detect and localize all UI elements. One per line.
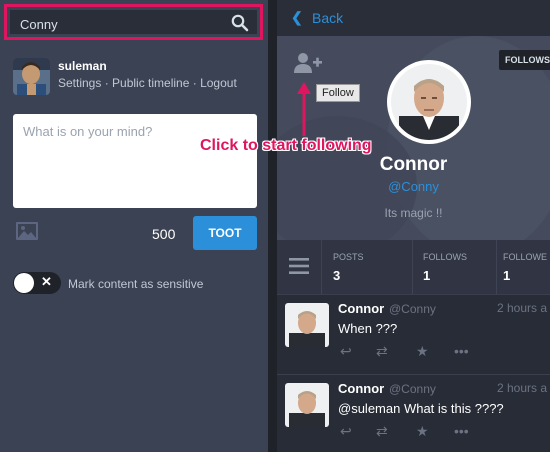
person-add-icon bbox=[294, 53, 322, 73]
profile-bio: Its magic !! bbox=[384, 206, 443, 220]
boost-icon[interactable]: ⇄ bbox=[376, 343, 388, 360]
search-input[interactable]: Conny bbox=[10, 10, 257, 34]
star-icon[interactable]: ★ bbox=[416, 343, 429, 360]
stat-followers-label: FOLLOWE bbox=[503, 252, 548, 262]
status-actions: ↩ ⇄ ★ ••• bbox=[338, 423, 478, 441]
status-avatar[interactable] bbox=[285, 383, 329, 427]
status-avatar[interactable] bbox=[285, 303, 329, 347]
status-author-handle[interactable]: @Conny bbox=[389, 382, 436, 396]
user-links: Settings · Public timeline · Logout bbox=[58, 76, 237, 90]
character-counter: 500 bbox=[152, 226, 176, 242]
profile-display-name: Connor bbox=[379, 154, 448, 175]
menu-button[interactable] bbox=[277, 240, 322, 294]
status-actions: ↩ ⇄ ★ ••• bbox=[338, 343, 478, 361]
status-item[interactable]: Connor @Conny 2 hours a When ??? ↩ ⇄ ★ •… bbox=[277, 294, 550, 374]
close-icon: ✕ bbox=[41, 274, 52, 289]
hamburger-icon bbox=[289, 258, 309, 274]
stat-posts-value: 3 bbox=[333, 268, 341, 283]
stat-posts-label: POSTS bbox=[333, 252, 364, 262]
stat-follows[interactable]: FOLLOWS 1 bbox=[413, 240, 497, 294]
back-button-label[interactable]: Back bbox=[312, 10, 343, 26]
follow-button[interactable] bbox=[293, 52, 323, 79]
reply-icon[interactable]: ↩ bbox=[340, 343, 352, 360]
profile-column: ❮ Back FOLLOWS Connor @Conny Its magic !… bbox=[277, 0, 550, 452]
search-highlight-box: Conny bbox=[4, 4, 263, 40]
back-bar[interactable]: ❮ Back bbox=[277, 0, 550, 36]
reply-icon[interactable]: ↩ bbox=[340, 423, 352, 440]
stat-followers-value: 1 bbox=[503, 268, 511, 283]
column-divider bbox=[268, 0, 277, 452]
stat-follows-label: FOLLOWS bbox=[423, 252, 468, 262]
status-author-name[interactable]: Connor bbox=[338, 381, 384, 396]
chevron-left-icon: ❮ bbox=[291, 9, 303, 25]
status-content: When ??? bbox=[338, 321, 398, 336]
settings-link[interactable]: Settings bbox=[58, 76, 101, 90]
profile-handle[interactable]: @Conny bbox=[277, 179, 550, 194]
image-icon bbox=[16, 222, 38, 240]
avatar-image bbox=[13, 58, 50, 95]
status-avatar-image bbox=[285, 383, 329, 427]
status-author-handle[interactable]: @Conny bbox=[389, 302, 436, 316]
follows-you-badge: FOLLOWS bbox=[499, 50, 550, 70]
stat-follows-value: 1 bbox=[423, 268, 431, 283]
more-icon[interactable]: ••• bbox=[454, 423, 469, 439]
annotation-text: Click to start following bbox=[200, 137, 372, 154]
status-timestamp[interactable]: 2 hours a bbox=[497, 381, 547, 395]
status-avatar-image bbox=[285, 303, 329, 347]
search-icon[interactable] bbox=[231, 14, 249, 32]
star-icon[interactable]: ★ bbox=[416, 423, 429, 440]
image-upload-button[interactable] bbox=[15, 220, 39, 247]
status-author-name[interactable]: Connor bbox=[338, 301, 384, 316]
logout-link[interactable]: Logout bbox=[200, 76, 237, 90]
compose-column: Conny suleman Settings · Public timeline… bbox=[0, 0, 268, 452]
profile-avatar-image bbox=[391, 64, 467, 140]
sensitive-toggle[interactable]: ✕ bbox=[13, 272, 61, 294]
status-content: @suleman What is this ???? bbox=[338, 401, 504, 416]
follow-tooltip: Follow bbox=[316, 84, 360, 102]
status-item[interactable]: Connor @Conny 2 hours a @suleman What is… bbox=[277, 374, 550, 452]
public-timeline-link[interactable]: Public timeline bbox=[112, 76, 189, 90]
annotation-arrow bbox=[297, 82, 311, 136]
compose-textarea[interactable]: What is on your mind? bbox=[13, 114, 257, 208]
more-icon[interactable]: ••• bbox=[454, 343, 469, 359]
compose-placeholder: What is on your mind? bbox=[23, 124, 153, 139]
toot-button[interactable]: TOOT bbox=[193, 216, 257, 250]
toggle-knob bbox=[14, 273, 34, 293]
sensitive-label: Mark content as sensitive bbox=[68, 277, 204, 291]
user-display-name: suleman bbox=[58, 59, 107, 73]
avatar[interactable] bbox=[13, 58, 50, 95]
search-input-value: Conny bbox=[20, 17, 58, 32]
boost-icon[interactable]: ⇄ bbox=[376, 423, 388, 440]
stat-followers[interactable]: FOLLOWE 1 bbox=[497, 240, 550, 294]
stat-posts[interactable]: POSTS 3 bbox=[323, 240, 413, 294]
profile-avatar bbox=[387, 60, 471, 144]
profile-stats-bar: POSTS 3 FOLLOWS 1 FOLLOWE 1 bbox=[277, 240, 550, 294]
status-timestamp[interactable]: 2 hours a bbox=[497, 301, 547, 315]
